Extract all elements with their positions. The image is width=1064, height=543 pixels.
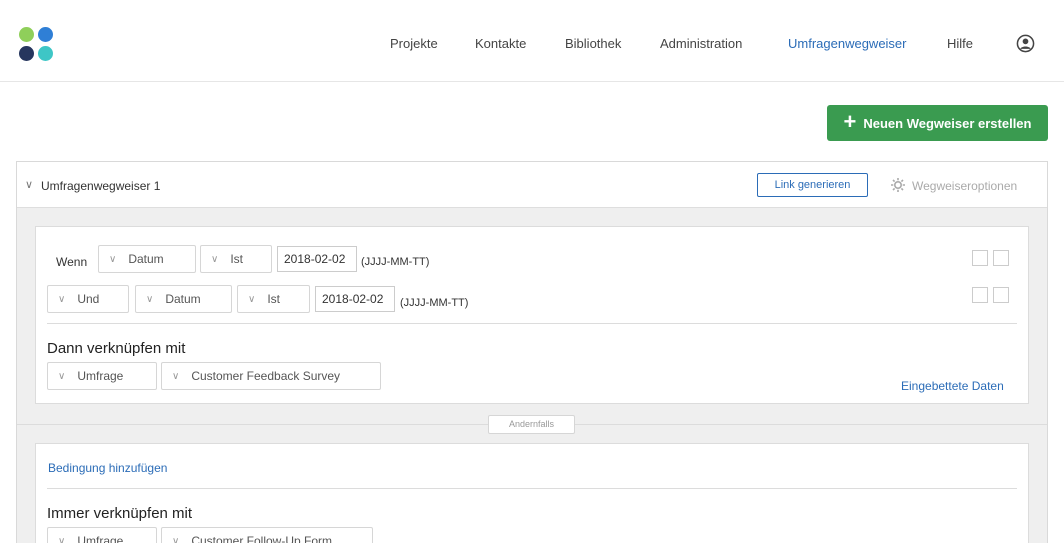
date-format-hint: (JJJJ-MM-TT) [361, 256, 430, 268]
chevron-down-icon: ∨ [172, 370, 180, 382]
create-new-redirect-button[interactable]: + Neuen Wegweiser erstellen [827, 105, 1048, 141]
generate-link-button[interactable]: Link generieren [757, 173, 868, 197]
nav-bibliothek[interactable]: Bibliothek [565, 36, 621, 51]
chevron-down-icon: ∨ [109, 253, 117, 265]
plus-icon: + [843, 109, 857, 134]
date-format-hint: (JJJJ-MM-TT) [400, 297, 469, 309]
link-target-dropdown[interactable]: ∨ Customer Feedback Survey [161, 362, 381, 390]
dropdown-value: Umfrage [77, 534, 124, 543]
nav-kontakte[interactable]: Kontakte [475, 36, 526, 51]
dropdown-value: Ist [267, 292, 280, 306]
divider [47, 323, 1017, 324]
nav-administration[interactable]: Administration [660, 36, 742, 51]
embedded-data-link[interactable]: Eingebettete Daten [901, 379, 1004, 393]
chevron-down-icon: ∨ [58, 293, 66, 305]
dropdown-value: Datum [165, 292, 201, 306]
add-condition-link[interactable]: Bedingung hinzufügen [48, 461, 167, 475]
main-nav: Projekte Kontakte Bibliothek Administrat… [0, 36, 1064, 52]
user-account-icon[interactable] [1016, 34, 1035, 53]
collapse-chevron-icon[interactable]: ∨ [25, 178, 33, 191]
dropdown-value: Und [77, 292, 100, 306]
condition-date-input[interactable]: 2018-02-02 [277, 246, 357, 272]
link-type-dropdown[interactable]: ∨ Umfrage [47, 527, 157, 543]
dropdown-value: Ist [230, 252, 243, 266]
top-navigation-bar: Projekte Kontakte Bibliothek Administrat… [0, 0, 1064, 82]
dropdown-value: Customer Feedback Survey [191, 369, 341, 383]
card-title: Umfragenwegweiser 1 [41, 179, 161, 193]
chevron-down-icon: ∨ [211, 253, 219, 265]
chevron-down-icon: ∨ [58, 370, 66, 382]
chevron-down-icon: ∨ [248, 293, 256, 305]
chevron-down-icon: ∨ [172, 535, 180, 543]
condition-date-input[interactable]: 2018-02-02 [315, 286, 395, 312]
condition-prefix-label: Wenn [56, 255, 88, 269]
chevron-down-icon: ∨ [58, 535, 66, 543]
redirect-options-link[interactable]: Wegweiseroptionen [912, 179, 1017, 193]
gear-icon[interactable] [890, 177, 906, 193]
nav-hilfe[interactable]: Hilfe [947, 36, 973, 51]
add-condition-square-icon[interactable] [972, 250, 988, 266]
always-link-title: Immer verknüpfen mit [47, 505, 193, 522]
remove-condition-square-icon[interactable] [993, 250, 1009, 266]
condition-operator-dropdown[interactable]: ∨ Ist [237, 285, 310, 313]
card-header: ∨ Umfragenwegweiser 1 Link generieren We… [17, 162, 1047, 208]
create-button-label: Neuen Wegweiser erstellen [863, 115, 1032, 131]
dropdown-value: Customer Follow-Up Form [191, 534, 333, 543]
condition-field-dropdown[interactable]: ∨ Datum [98, 245, 196, 273]
then-link-title: Dann verknüpfen mit [47, 340, 186, 357]
link-target-dropdown[interactable]: ∨ Customer Follow-Up Form [161, 527, 373, 543]
condition-field-dropdown[interactable]: ∨ Datum [135, 285, 232, 313]
chevron-down-icon: ∨ [146, 293, 154, 305]
dropdown-value: Datum [128, 252, 164, 266]
conjunction-dropdown[interactable]: ∨ Und [47, 285, 129, 313]
remove-condition-square-icon[interactable] [993, 287, 1009, 303]
condition-operator-dropdown[interactable]: ∨ Ist [200, 245, 272, 273]
link-type-dropdown[interactable]: ∨ Umfrage [47, 362, 157, 390]
nav-projekte[interactable]: Projekte [390, 36, 438, 51]
add-condition-square-icon[interactable] [972, 287, 988, 303]
nav-umfragenwegweiser[interactable]: Umfragenwegweiser [788, 36, 907, 51]
dropdown-value: Umfrage [77, 369, 124, 383]
divider [47, 488, 1017, 489]
otherwise-label: Andernfalls [488, 415, 575, 434]
